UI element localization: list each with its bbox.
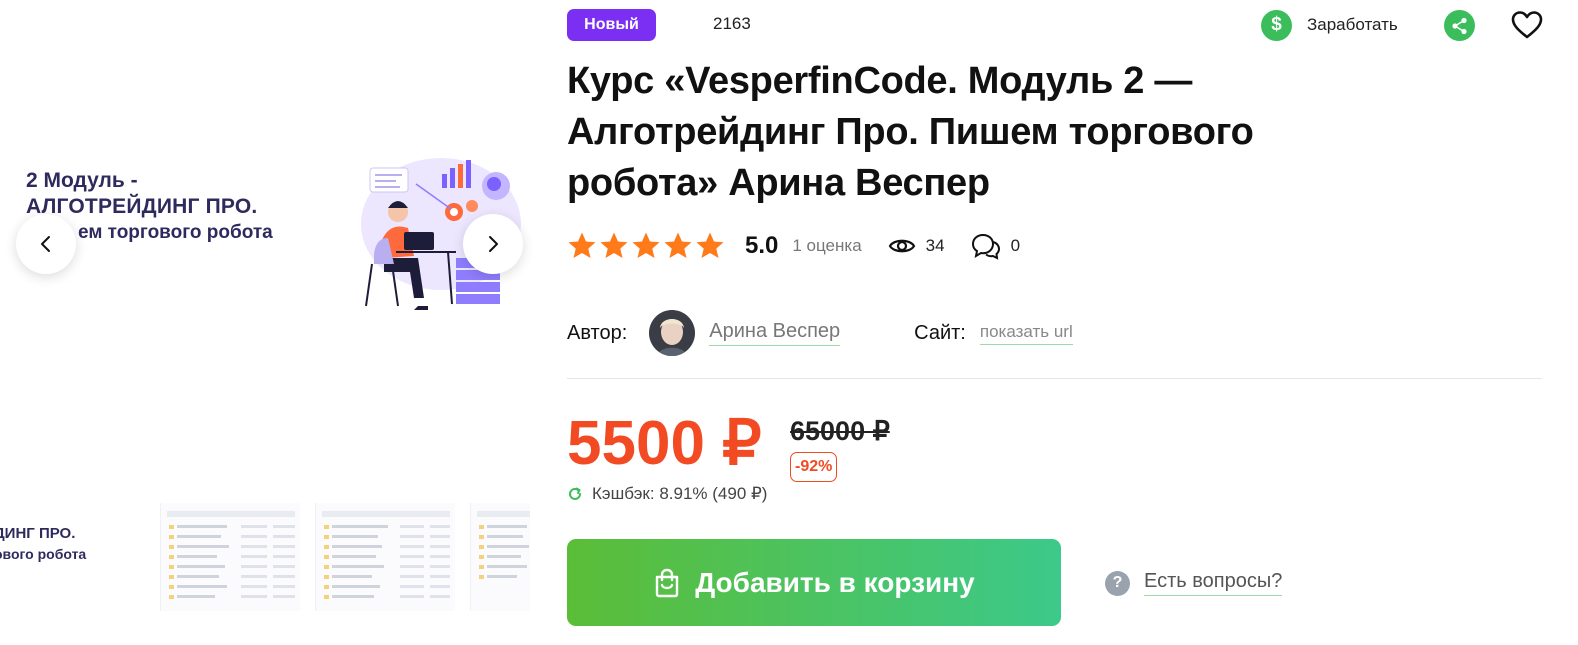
thumbnail-1-line-2: ового робота: [0, 546, 87, 562]
add-to-cart-button[interactable]: Добавить в корзину: [567, 539, 1061, 626]
comments-count: 0: [1010, 236, 1021, 255]
favorite-heart-icon[interactable]: [1510, 9, 1544, 41]
thumbnail-1[interactable]: ДИНГ ПРО. ового робота: [0, 523, 144, 565]
show-url-link[interactable]: показать url: [979, 322, 1073, 345]
question-icon: ?: [1105, 570, 1130, 596]
author-avatar[interactable]: [649, 310, 696, 356]
shopping-bag-icon: [656, 568, 679, 597]
earn-label: Заработать: [1307, 15, 1398, 34]
star-icon[interactable]: [567, 231, 597, 261]
refresh-icon: [569, 487, 581, 500]
new-badge: Новый: [567, 9, 656, 41]
author-label: Автор:: [567, 321, 628, 344]
slide-line-1: 2 Модуль -: [26, 169, 138, 192]
site-label: Сайт:: [914, 321, 966, 344]
rating-row: 5.0 1 оценка 34 0: [567, 228, 1020, 264]
cashback-text: Кэшбэк: 8.91% (490 ₽): [592, 484, 768, 503]
author-row: Автор: Арина Веспер Сайт: показать url: [567, 310, 1073, 356]
gallery-next-button[interactable]: [463, 214, 523, 274]
chevron-left-icon: [41, 236, 50, 252]
earn-link[interactable]: $ Заработать: [1261, 9, 1398, 41]
chevron-right-icon: [489, 236, 498, 252]
comment-bubbles-icon: [971, 233, 1000, 260]
author-name-link[interactable]: Арина Веспер: [709, 320, 841, 346]
thumbnail-2[interactable]: [160, 503, 300, 611]
author-photo: [649, 310, 696, 356]
thumbnail-1-line-1: ДИНГ ПРО.: [0, 525, 76, 542]
star-icon[interactable]: [631, 231, 661, 261]
product-title: Курс «VesperfinCode. Модуль 2 — Алготрей…: [567, 60, 1254, 204]
thumbnail-4[interactable]: [470, 503, 530, 611]
gallery-thumbnails: ДИНГ ПРО. ового робота: [0, 503, 530, 611]
star-icon[interactable]: [663, 231, 693, 261]
rating-count[interactable]: 1 оценка: [792, 236, 861, 256]
main-slide[interactable]: 2 Модуль - АЛГОТРЕЙДИНГ ПРО. ем торговог…: [0, 120, 530, 330]
section-divider: [567, 378, 1542, 379]
product-gallery: 2 Модуль - АЛГОТРЕЙДИНГ ПРО. ем торговог…: [0, 0, 530, 645]
questions-link[interactable]: ? Есть вопросы?: [1105, 568, 1283, 598]
add-to-cart-label: Добавить в корзину: [695, 566, 975, 598]
share-button[interactable]: [1444, 10, 1475, 41]
star-icon[interactable]: [599, 231, 629, 261]
gallery-prev-button[interactable]: [16, 214, 76, 274]
questions-label: Есть вопросы?: [1144, 570, 1283, 596]
slide-line-2: АЛГОТРЕЙДИНГ ПРО.: [26, 195, 258, 218]
comments[interactable]: 0: [971, 232, 1020, 260]
document-preview-image: [167, 511, 295, 599]
star-icon[interactable]: [695, 231, 725, 261]
discount-badge: -92%: [790, 452, 838, 482]
current-price: 5500 ₽: [567, 409, 762, 478]
document-preview-image: [322, 511, 450, 599]
old-price: 65000 ₽: [790, 416, 890, 446]
item-id: 2163: [713, 14, 751, 33]
views: 34: [888, 236, 945, 256]
document-preview-image: [477, 511, 530, 579]
thumbnail-3[interactable]: [315, 503, 455, 611]
eye-icon: [888, 239, 915, 253]
dollar-icon: $: [1261, 9, 1292, 41]
views-count: 34: [925, 236, 945, 255]
share-icon: [1451, 17, 1467, 34]
cashback: Кэшбэк: 8.91% (490 ₽): [567, 482, 767, 506]
rating-value: 5.0: [745, 232, 779, 259]
rating-stars[interactable]: [567, 231, 725, 261]
